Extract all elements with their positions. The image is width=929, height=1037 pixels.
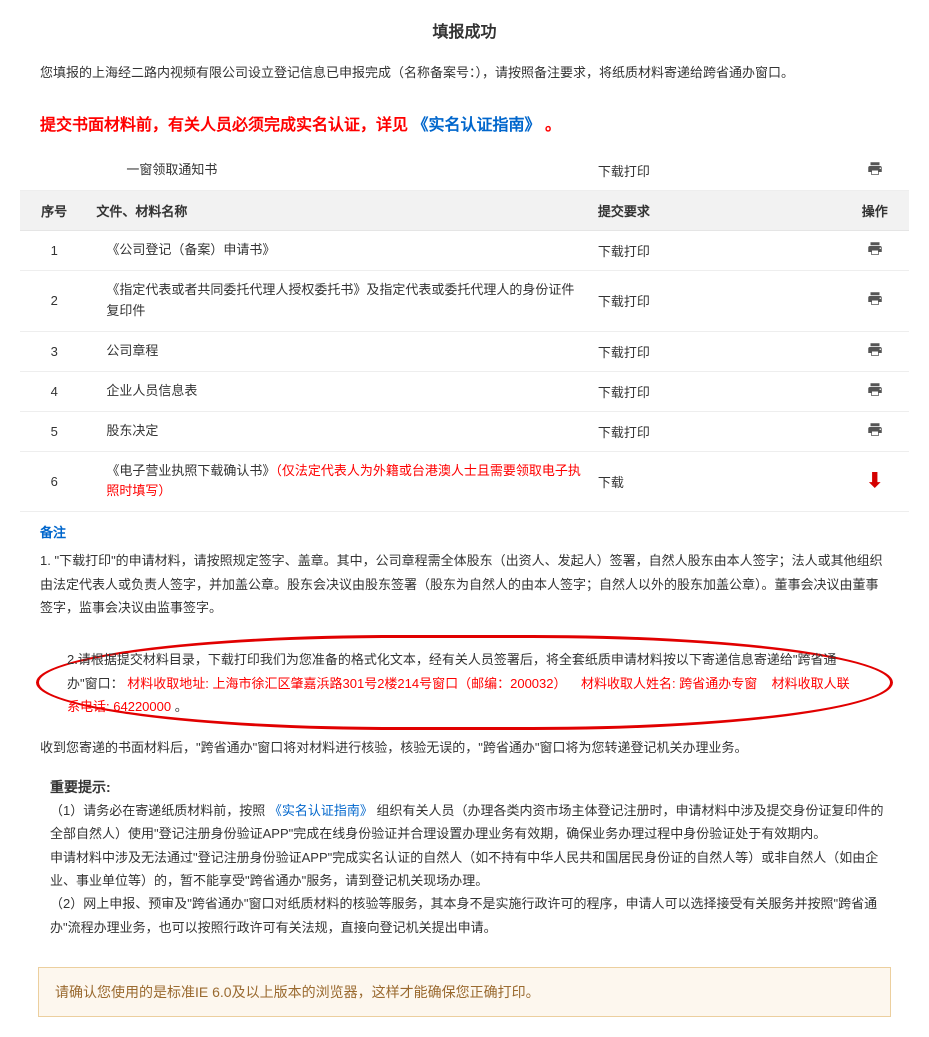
- recv-name-label: 材料收取人姓名:: [581, 676, 676, 691]
- intro-text: 您填报的上海经二路内视频有限公司设立登记信息已申报完成（名称备案号：），请按照备…: [20, 54, 909, 101]
- note-2: 2.请根据提交材料目录，下载打印我们为您准备的格式化文本，经有关人员签署后，将全…: [67, 648, 862, 718]
- pre-row-name: 一窗领取通知书: [88, 151, 589, 191]
- col-num-header: 序号: [20, 191, 88, 231]
- imp1a: （1）请务必在寄递纸质材料前，按照: [50, 803, 265, 818]
- important-2: 申请材料中涉及无法通过"登记注册身份验证APP"完成实名认证的自然人（如不持有中…: [50, 846, 889, 893]
- printer-icon[interactable]: [866, 341, 884, 359]
- beizhu-title: 备注: [20, 512, 909, 545]
- doc-name: 《指定代表或者共同委托代理人授权委托书》及指定代表或委托代理人的身份证件复印件: [106, 282, 574, 318]
- row-req: 下载打印: [590, 231, 841, 271]
- addr-label: 材料收取地址:: [127, 676, 209, 691]
- doc-name: 公司章程: [106, 343, 158, 358]
- doc-name: 《公司登记（备案）申请书》: [106, 242, 275, 257]
- realname-warning: 提交书面材料前，有关人员必须完成实名认证，详见 《实名认证指南》 。: [20, 101, 909, 151]
- table-row: 4 企业人员信息表 下载打印: [20, 371, 909, 411]
- row-req: 下载打印: [590, 271, 841, 332]
- page-title: 填报成功: [20, 10, 909, 54]
- realname-guide-link[interactable]: 《实名认证指南》: [412, 117, 540, 134]
- row-num: 1: [20, 231, 88, 271]
- important-3: （2）网上申报、预审及"跨省通办"窗口对纸质材料的核验等服务，其本身不是实施行政…: [50, 892, 889, 939]
- printer-icon[interactable]: [866, 290, 884, 308]
- col-op-header: 操作: [841, 191, 909, 231]
- doc-name: 《电子营业执照下载确认书》: [106, 463, 275, 478]
- doc-name: 企业人员信息表: [106, 383, 197, 398]
- pre-row: 一窗领取通知书 下载打印: [20, 151, 909, 191]
- table-row: 3 公司章程 下载打印: [20, 331, 909, 371]
- table-row: 1 《公司登记（备案）申请书》 下载打印: [20, 231, 909, 271]
- addr-value: 上海市徐汇区肇嘉浜路301号2楼214号窗口（邮编：200032）: [213, 676, 567, 691]
- printer-icon[interactable]: [866, 240, 884, 258]
- important-1: （1）请务必在寄递纸质材料前，按照 《实名认证指南》 组织有关人员（办理各类内资…: [50, 799, 889, 846]
- col-name-header: 文件、材料名称: [88, 191, 589, 231]
- printer-icon[interactable]: [866, 421, 884, 439]
- warning-tail: 。: [545, 117, 561, 134]
- row-num: 4: [20, 371, 88, 411]
- pre-row-req: 下载打印: [590, 151, 841, 191]
- warning-text: 提交书面材料前，有关人员必须完成实名认证，详见: [40, 117, 408, 134]
- ie-notice: 请确认您使用的是标准IE 6.0及以上版本的浏览器，这样才能确保您正确打印。: [38, 967, 891, 1017]
- row-req: 下载: [590, 451, 841, 512]
- materials-table: 一窗领取通知书 下载打印 序号 文件、材料名称 提交要求 操作 1 《公司登记（备…: [20, 151, 909, 512]
- row-num: 5: [20, 411, 88, 451]
- row-req: 下载打印: [590, 371, 841, 411]
- download-arrow-icon[interactable]: ⬇: [866, 471, 883, 491]
- row-num: 6: [20, 451, 88, 512]
- note-3: 收到您寄递的书面材料后，"跨省通办"窗口将对材料进行核验，核验无误的，"跨省通办…: [40, 736, 889, 759]
- doc-name: 股东决定: [106, 423, 158, 438]
- row-num: 3: [20, 331, 88, 371]
- recv-name-value: 跨省通办专窗: [679, 676, 757, 691]
- highlighted-mailing-info: 2.请根据提交材料目录，下载打印我们为您准备的格式化文本，经有关人员签署后，将全…: [36, 635, 893, 729]
- row-req: 下载打印: [590, 411, 841, 451]
- table-row: 2 《指定代表或者共同委托代理人授权委托书》及指定代表或委托代理人的身份证件复印件…: [20, 271, 909, 332]
- row-num: 2: [20, 271, 88, 332]
- table-row: 5 股东决定 下载打印: [20, 411, 909, 451]
- table-row: 6《电子营业执照下载确认书》（仅法定代表人为外籍或台港澳人士且需要领取电子执照时…: [20, 451, 909, 512]
- note-1: 1. "下载打印"的申请材料，请按照规定签字、盖章。其中，公司章程需全体股东（出…: [40, 549, 889, 619]
- printer-icon[interactable]: [866, 381, 884, 399]
- tel-value: 64220000: [113, 699, 171, 714]
- row-req: 下载打印: [590, 331, 841, 371]
- printer-icon[interactable]: [866, 160, 884, 178]
- important-title: 重要提示:: [20, 769, 909, 799]
- col-req-header: 提交要求: [590, 191, 841, 231]
- realname-guide-link-2[interactable]: 《实名认证指南》: [269, 803, 373, 818]
- note2-tail: 。: [175, 699, 188, 714]
- table-header: 序号 文件、材料名称 提交要求 操作: [20, 191, 909, 231]
